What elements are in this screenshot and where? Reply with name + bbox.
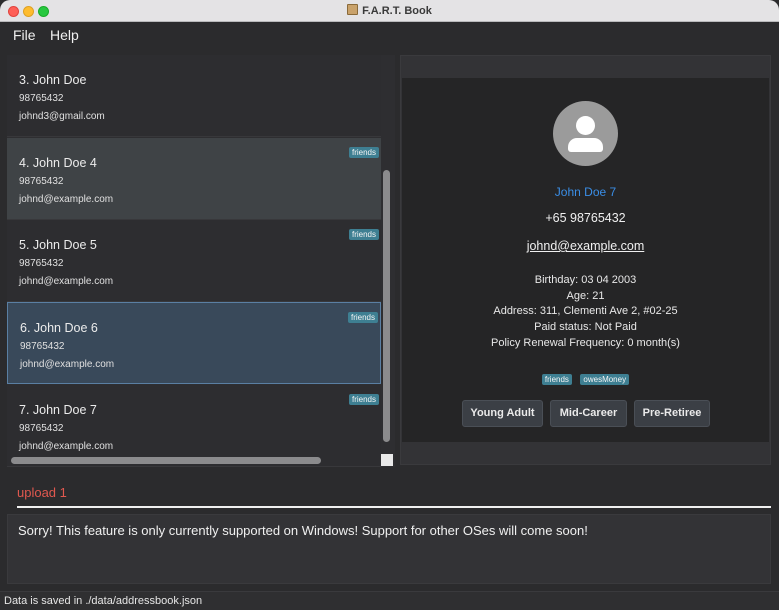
person-email: johnd@example.com <box>19 276 114 287</box>
title-bar: F.A.R.T. Book <box>0 0 779 22</box>
list-vertical-scrollbar[interactable] <box>383 170 390 442</box>
person-email: johnd@example.com <box>19 194 114 205</box>
person-phone: 98765432 <box>19 258 64 269</box>
person-card[interactable]: 4. John Doe 4 98765432 johnd@example.com… <box>7 138 381 220</box>
person-name: 6. John Doe 6 <box>20 321 98 335</box>
command-box[interactable]: upload 1 <box>7 475 771 508</box>
detail-name: John Doe 7 <box>554 185 617 199</box>
detail-email-link[interactable]: johnd@example.com <box>527 239 645 253</box>
detail-tag: owesMoney <box>580 374 630 385</box>
detail-birthday: Birthday: 03 04 2003 <box>534 274 637 286</box>
detail-tag: friends <box>541 374 572 385</box>
person-card-selected[interactable]: 6. John Doe 6 98765432 johnd@example.com… <box>7 302 381 384</box>
menu-bar: File Help <box>0 22 779 49</box>
person-tag: friends <box>348 394 379 405</box>
young-adult-button[interactable]: Young Adult <box>462 400 543 427</box>
avatar-icon <box>553 101 618 166</box>
person-name: 4. John Doe 4 <box>19 156 97 170</box>
result-message: Sorry! This feature is only currently su… <box>18 523 588 538</box>
menu-file[interactable]: File <box>13 27 36 43</box>
result-display[interactable]: Sorry! This feature is only currently su… <box>7 514 771 584</box>
person-email: johnd@example.com <box>20 359 115 370</box>
window-title-wrap: F.A.R.T. Book <box>0 4 779 17</box>
detail-address: Address: 311, Clementi Ave 2, #02-25 <box>493 305 678 317</box>
menu-help[interactable]: Help <box>50 27 79 43</box>
person-name: 3. John Doe <box>19 73 87 87</box>
status-bar: Data is saved in ./data/addressbook.json <box>0 591 779 610</box>
detail-phone: +65 98765432 <box>545 211 626 225</box>
list-horizontal-scrollbar[interactable] <box>11 457 321 464</box>
mid-career-button[interactable]: Mid-Career <box>550 400 627 427</box>
person-tag: friends <box>347 312 378 323</box>
person-card[interactable]: 7. John Doe 7 98765432 johnd@example.com… <box>7 385 381 467</box>
person-tag: friends <box>348 229 379 240</box>
avatar-body-shape <box>568 138 603 152</box>
person-phone: 98765432 <box>20 341 65 352</box>
person-phone: 98765432 <box>19 176 64 187</box>
person-tag: friends <box>348 147 379 158</box>
detail-tags: friends owesMoney <box>402 369 769 387</box>
person-name: 7. John Doe 7 <box>19 403 97 417</box>
person-list[interactable]: 3. John Doe 98765432 johnd3@gmail.com 4.… <box>7 55 395 467</box>
person-email: johnd3@gmail.com <box>19 111 105 122</box>
command-underline <box>17 506 771 508</box>
scroll-corner <box>381 454 393 466</box>
avatar-head-shape <box>576 116 595 135</box>
command-input[interactable]: upload 1 <box>17 485 67 500</box>
detail-paid-status: Paid status: Not Paid <box>534 321 637 333</box>
app-icon <box>347 4 359 15</box>
person-card[interactable]: 3. John Doe 98765432 johnd3@gmail.com <box>7 55 381 137</box>
pre-retiree-button[interactable]: Pre-Retiree <box>634 400 710 427</box>
person-name: 5. John Doe 5 <box>19 238 97 252</box>
person-email: johnd@example.com <box>19 441 114 452</box>
person-card[interactable]: 5. John Doe 5 98765432 johnd@example.com… <box>7 220 381 302</box>
detail-age: Age: 21 <box>566 290 605 302</box>
detail-email-wrap: johnd@example.com <box>402 239 769 253</box>
window-title: F.A.R.T. Book <box>362 5 432 17</box>
save-location-text: Data is saved in ./data/addressbook.json <box>4 595 203 607</box>
detail-renewal-frequency: Policy Renewal Frequency: 0 month(s) <box>491 337 680 349</box>
person-phone: 98765432 <box>19 93 64 104</box>
person-phone: 98765432 <box>19 423 64 434</box>
